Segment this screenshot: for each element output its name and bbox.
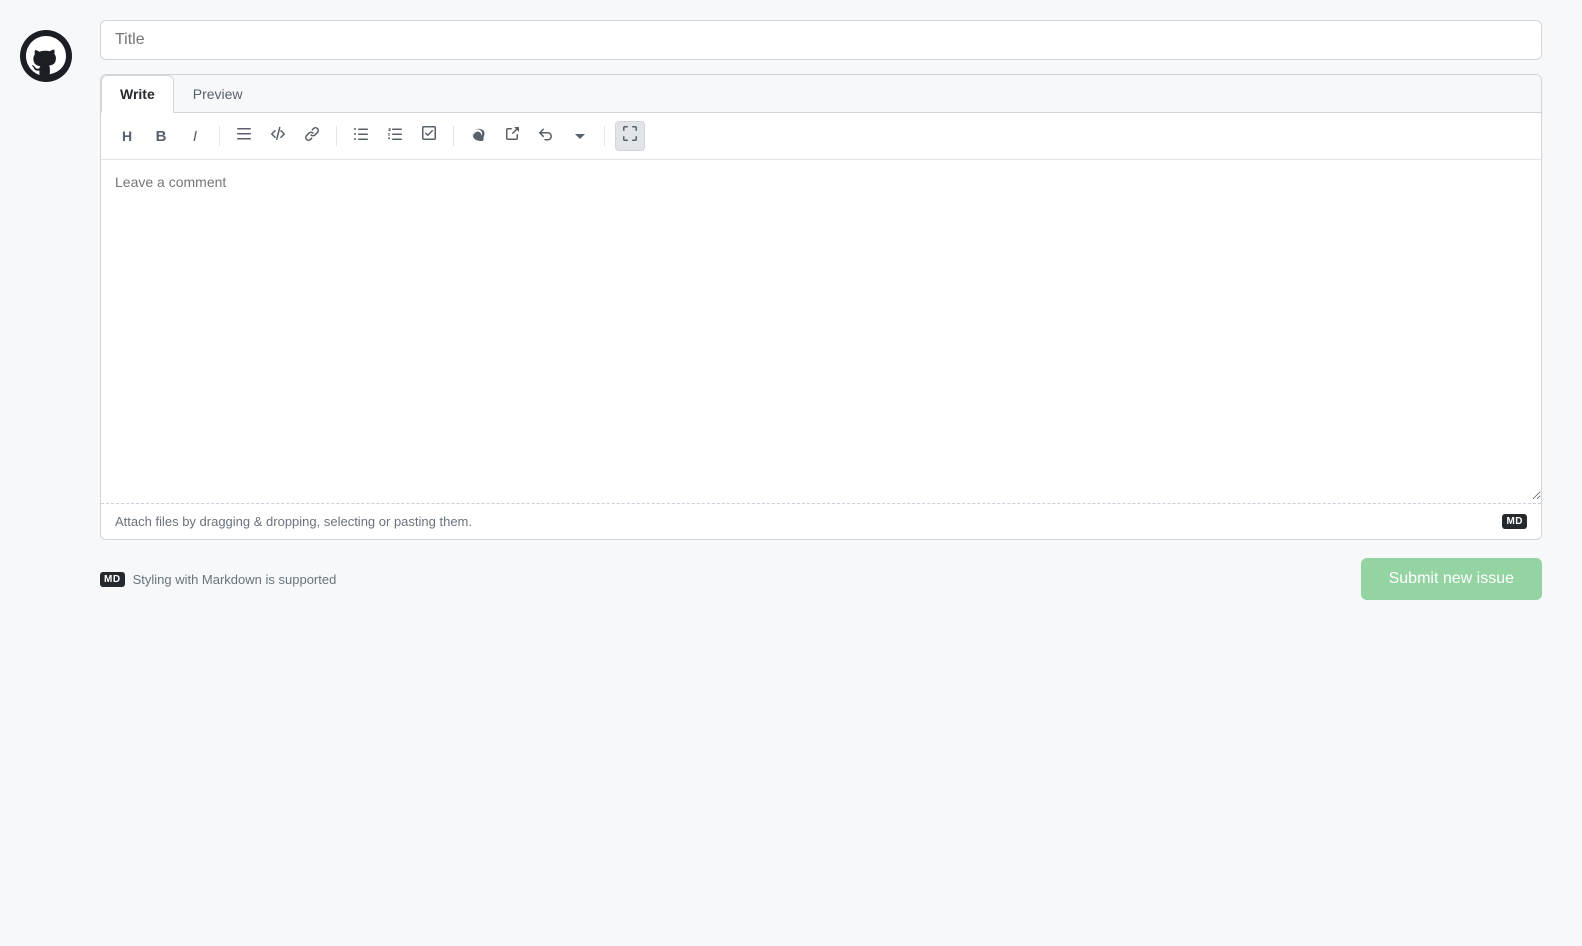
undo-button[interactable] xyxy=(532,122,560,150)
toolbar-divider-3 xyxy=(453,126,454,146)
cross-reference-button[interactable] xyxy=(498,122,526,150)
ordered-list-icon xyxy=(387,126,403,146)
unordered-list-icon xyxy=(353,126,369,146)
blockquote-icon xyxy=(236,126,252,146)
undo-dropdown-button[interactable] xyxy=(566,122,594,150)
mention-icon xyxy=(470,126,486,146)
code-button[interactable] xyxy=(264,122,292,150)
mention-button[interactable] xyxy=(464,122,492,150)
code-icon xyxy=(270,126,286,146)
chevron-down-icon xyxy=(575,128,585,145)
bold-button[interactable]: B xyxy=(147,122,175,150)
markdown-badge-footer: MD xyxy=(100,572,125,587)
toolbar-divider-2 xyxy=(336,126,337,146)
task-list-button[interactable] xyxy=(415,122,443,150)
task-list-icon xyxy=(421,126,437,146)
tab-write[interactable]: Write xyxy=(101,75,174,113)
user-avatar xyxy=(20,30,72,82)
title-input[interactable] xyxy=(100,20,1542,60)
markdown-badge-attach: MD xyxy=(1502,514,1527,529)
toolbar-divider-4 xyxy=(604,126,605,146)
tabs-bar: Write Preview xyxy=(101,75,1541,113)
blockquote-button[interactable] xyxy=(230,122,258,150)
bold-icon: B xyxy=(156,128,167,145)
undo-icon xyxy=(538,126,554,146)
heading-button[interactable]: H xyxy=(113,122,141,150)
comment-textarea[interactable] xyxy=(101,160,1541,500)
link-icon xyxy=(304,126,320,146)
markdown-note: MD Styling with Markdown is supported xyxy=(100,572,336,587)
footer-row: MD Styling with Markdown is supported Su… xyxy=(100,558,1542,600)
unordered-list-button[interactable] xyxy=(347,122,375,150)
fullscreen-button[interactable] xyxy=(615,121,645,151)
tab-preview[interactable]: Preview xyxy=(174,75,262,113)
attach-text: Attach files by dragging & dropping, sel… xyxy=(115,514,472,529)
toolbar-divider-1 xyxy=(219,126,220,146)
markdown-note-text: Styling with Markdown is supported xyxy=(133,572,337,587)
ordered-list-button[interactable] xyxy=(381,122,409,150)
submit-issue-button[interactable]: Submit new issue xyxy=(1361,558,1542,600)
link-button[interactable] xyxy=(298,122,326,150)
editor-container: Write Preview H B I xyxy=(100,74,1542,540)
italic-button[interactable]: I xyxy=(181,122,209,150)
fullscreen-icon xyxy=(622,126,638,146)
attach-area: Attach files by dragging & dropping, sel… xyxy=(101,503,1541,539)
cross-reference-icon xyxy=(504,126,520,146)
heading-icon: H xyxy=(122,128,132,144)
toolbar: H B I xyxy=(101,113,1541,160)
italic-icon: I xyxy=(193,128,197,145)
